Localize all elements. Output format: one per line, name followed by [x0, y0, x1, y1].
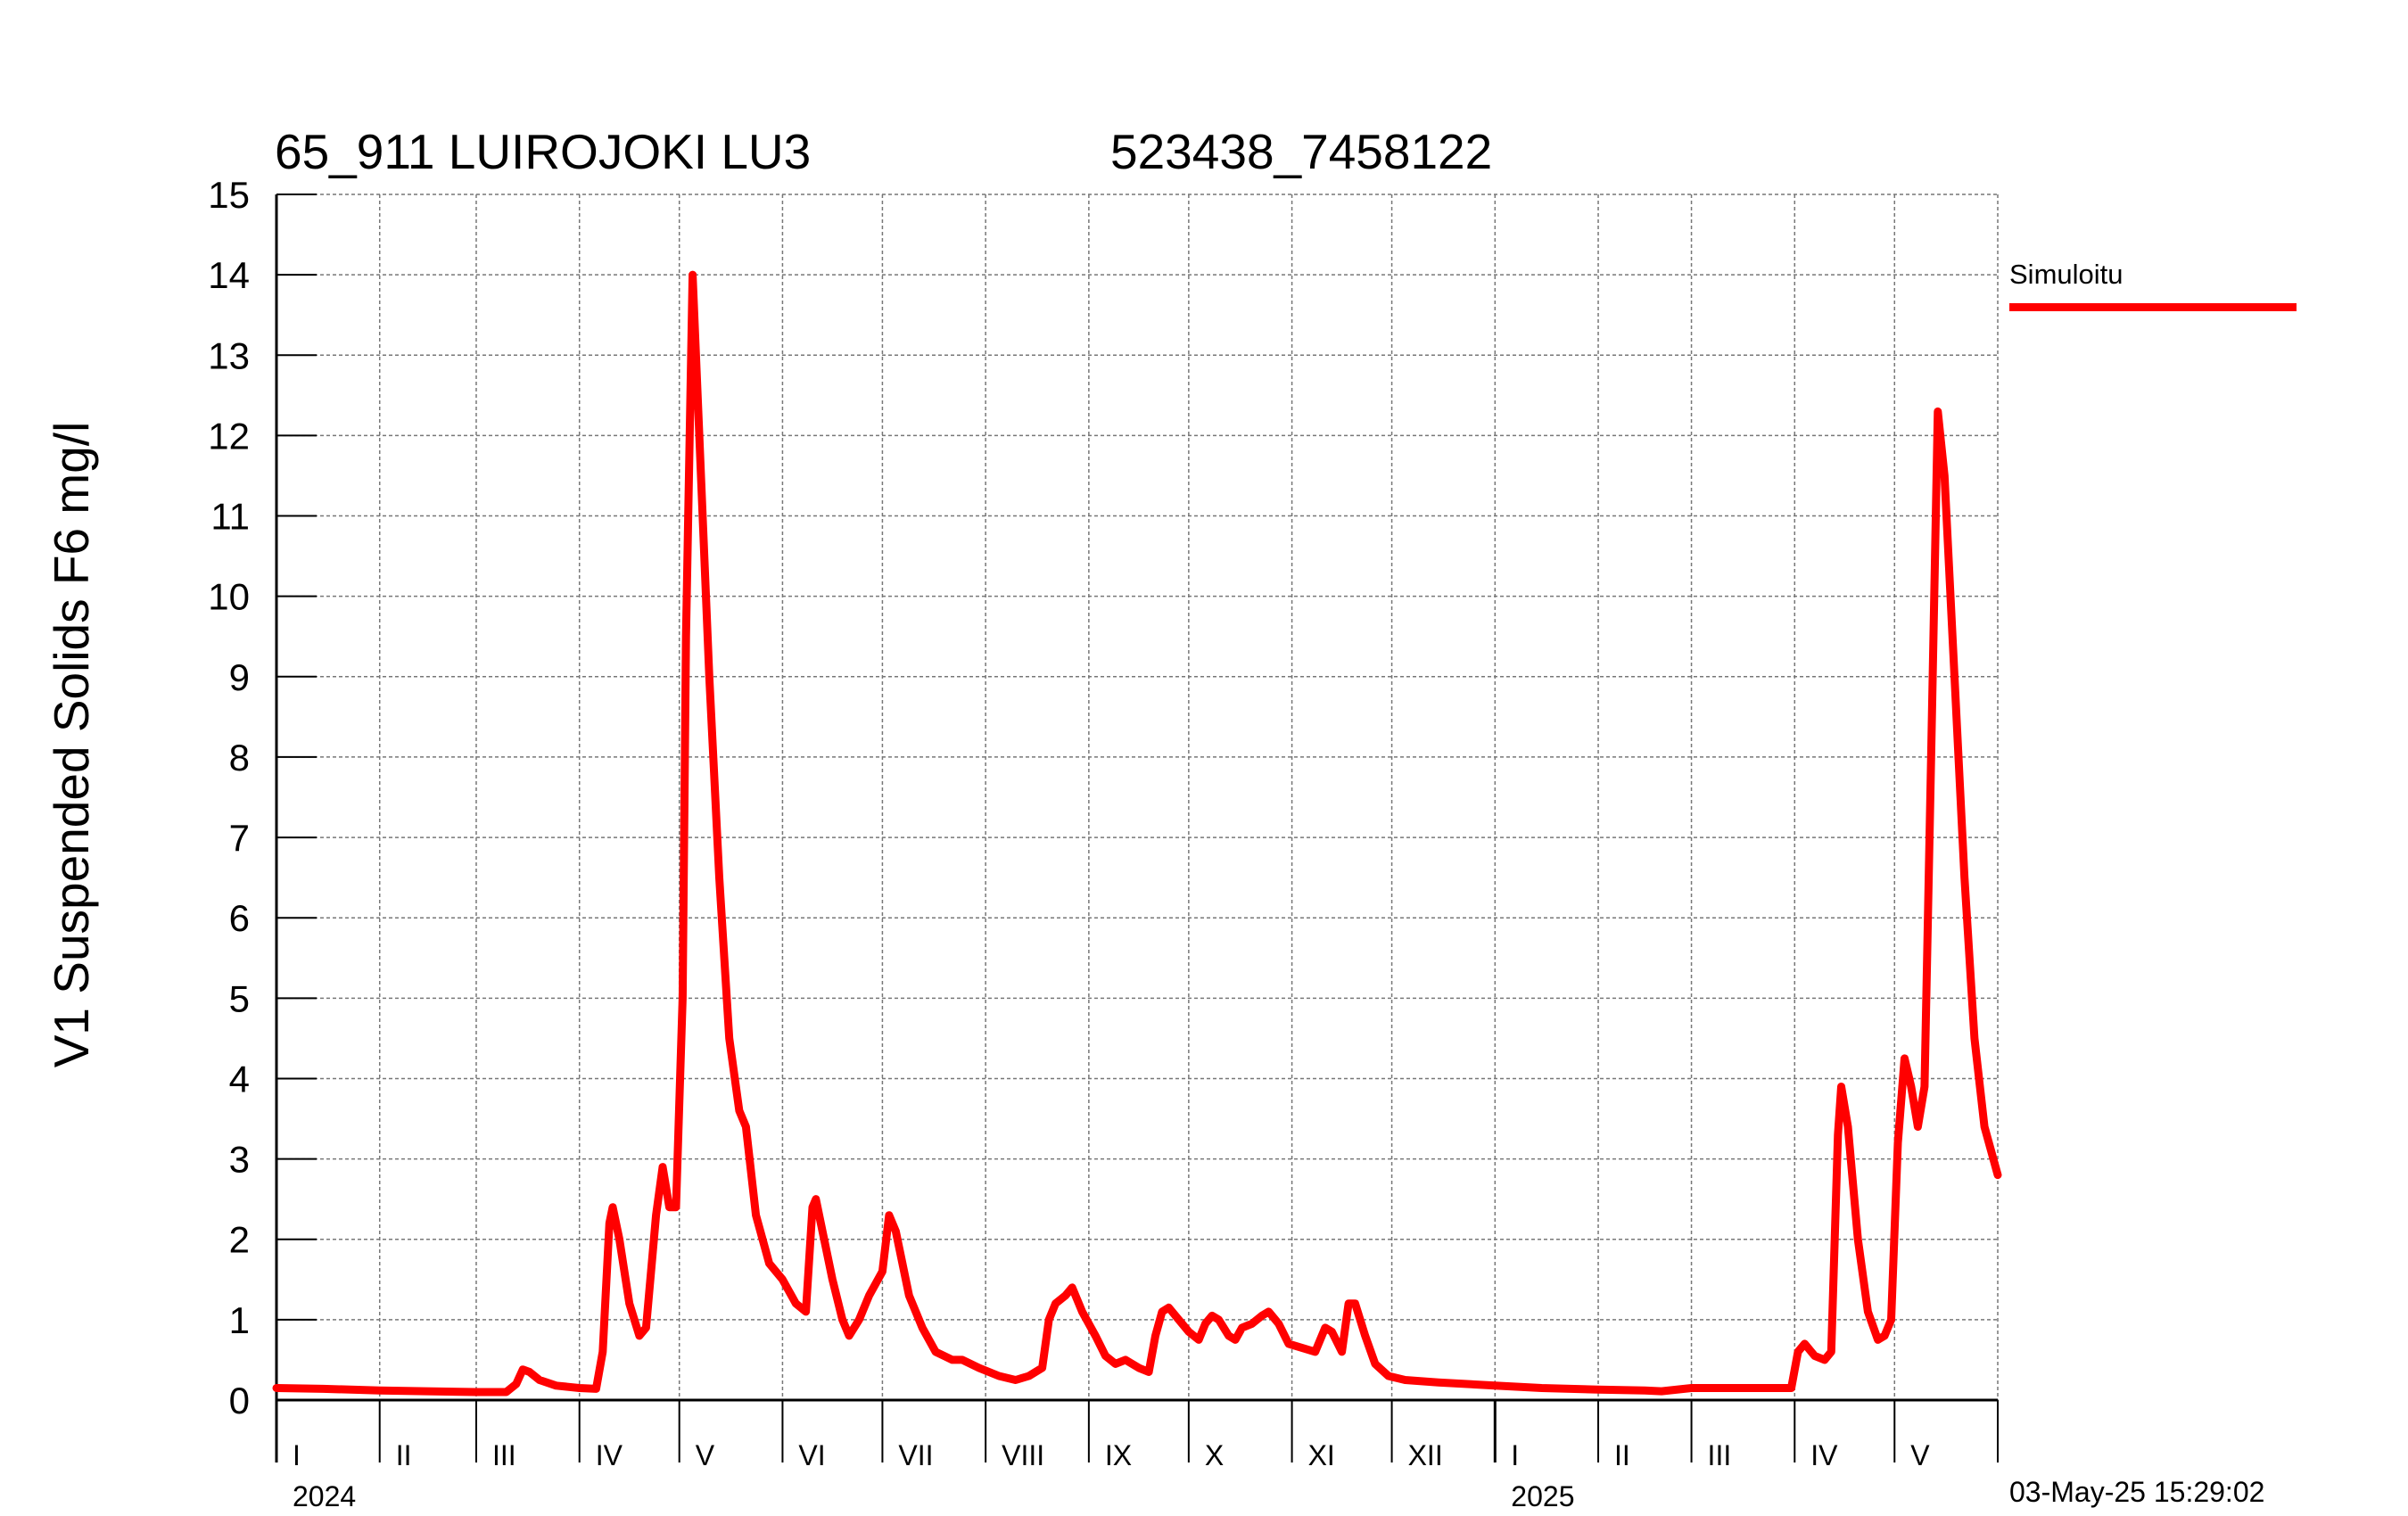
month-label: IV	[596, 1439, 623, 1471]
month-label: III	[492, 1439, 516, 1471]
timestamp: 03-May-25 15:29:02	[2009, 1476, 2265, 1508]
chart-title: 65_911 LUIROJOKI LU3	[275, 124, 812, 179]
legend-line-swatch	[2009, 303, 2297, 311]
month-label: VIII	[1002, 1439, 1044, 1471]
month-label: VII	[898, 1439, 933, 1471]
y-axis-label: V1 Suspended Solids F6 mg/l	[44, 421, 99, 1068]
year-label: 2025	[1511, 1480, 1574, 1512]
x-tick-labels: I II III IV V VI VII VIII IX X XI XII I II III IV V2024 2…	[293, 1439, 1930, 1512]
month-label: III	[1708, 1439, 1732, 1471]
y-tick-label: 6	[229, 897, 250, 939]
series-line-simuloitu	[272, 270, 2002, 1397]
y-tick-label: 9	[229, 656, 250, 698]
month-label: XII	[1408, 1439, 1443, 1471]
year-label: 2024	[293, 1480, 356, 1512]
y-tick-label: 8	[229, 737, 250, 779]
month-label: II	[1614, 1439, 1630, 1471]
y-tick-label: 14	[208, 254, 250, 296]
y-tick-label: 4	[229, 1058, 250, 1100]
legend-label: Simuloitu	[2009, 259, 2123, 290]
month-label: V	[1910, 1439, 1930, 1471]
month-label: XI	[1308, 1439, 1335, 1471]
grid	[276, 194, 1999, 1400]
y-tick-label: 11	[210, 496, 250, 538]
month-label: II	[396, 1439, 412, 1471]
y-tick-label: 13	[208, 334, 250, 376]
y-tick-label: 12	[208, 415, 250, 457]
series-group	[272, 270, 2002, 1397]
month-label: X	[1205, 1439, 1224, 1471]
y-tick-labels: 0123456789101112131415	[208, 174, 250, 1421]
month-label: I	[293, 1439, 301, 1471]
axes	[275, 194, 1999, 1462]
y-tick-label: 2	[229, 1219, 250, 1261]
y-tick-label: 10	[208, 576, 250, 618]
y-tick-label: 3	[229, 1139, 250, 1181]
month-label: IX	[1105, 1439, 1132, 1471]
station-id: 523438_7458122	[1110, 124, 1493, 179]
month-label: IV	[1810, 1439, 1838, 1471]
month-label: V	[696, 1439, 715, 1471]
chart: 0123456789101112131415 I II III IV V VI VII VII…	[208, 174, 2002, 1512]
y-tick-label: 15	[208, 174, 250, 216]
month-label: I	[1511, 1439, 1519, 1471]
y-tick-label: 5	[229, 977, 250, 1019]
y-tick-label: 7	[229, 817, 250, 859]
y-tick-label: 0	[229, 1380, 250, 1421]
y-tick-label: 1	[229, 1299, 250, 1341]
month-label: VI	[798, 1439, 825, 1471]
